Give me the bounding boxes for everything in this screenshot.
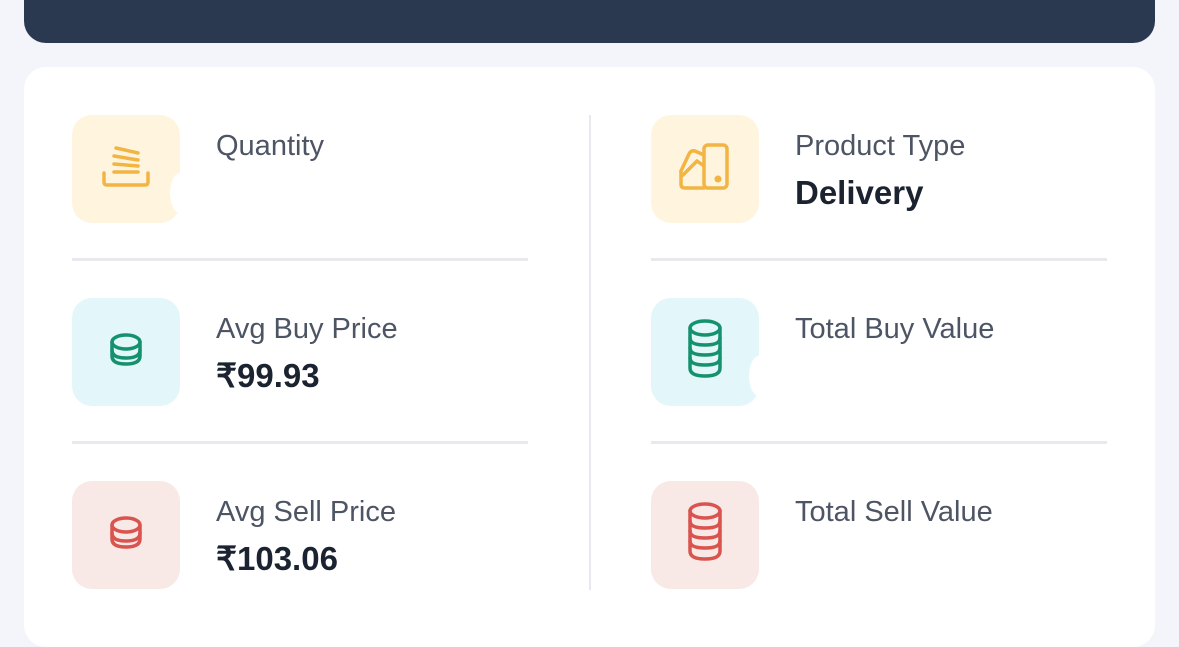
coin-stack-icon — [680, 501, 730, 570]
row-divider — [651, 441, 1107, 444]
avg-buy-price-label: Avg Buy Price — [216, 313, 398, 345]
row-divider — [72, 258, 528, 261]
product-type-tile — [651, 115, 759, 223]
column-divider — [589, 115, 591, 590]
avg-buy-price-tile — [72, 298, 180, 406]
row-divider — [651, 258, 1107, 261]
coin-icon — [104, 511, 148, 560]
quantity-label: Quantity — [216, 130, 324, 162]
top-banner — [24, 0, 1155, 43]
total-sell-value-label: Total Sell Value — [795, 498, 993, 527]
tile-notch — [170, 173, 190, 213]
coin-stack-icon — [680, 318, 730, 387]
product-type-value: Delivery — [795, 174, 924, 211]
avg-sell-price-tile — [72, 481, 180, 589]
total-buy-value-label: Total Buy Value — [795, 315, 995, 344]
avg-buy-price-value: ₹99.93 — [216, 357, 320, 394]
avg-sell-price-label: Avg Sell Price — [216, 496, 396, 528]
coin-icon — [104, 328, 148, 377]
tile-notch — [749, 356, 769, 396]
stack-icon — [98, 139, 154, 200]
product-type-label: Product Type — [795, 130, 966, 162]
product-type-icon — [675, 137, 735, 202]
quantity-tile — [72, 115, 190, 223]
total-sell-value-tile — [651, 481, 759, 589]
total-buy-value-tile — [651, 298, 769, 406]
avg-sell-price-value: ₹103.06 — [216, 540, 338, 577]
row-divider — [72, 441, 528, 444]
